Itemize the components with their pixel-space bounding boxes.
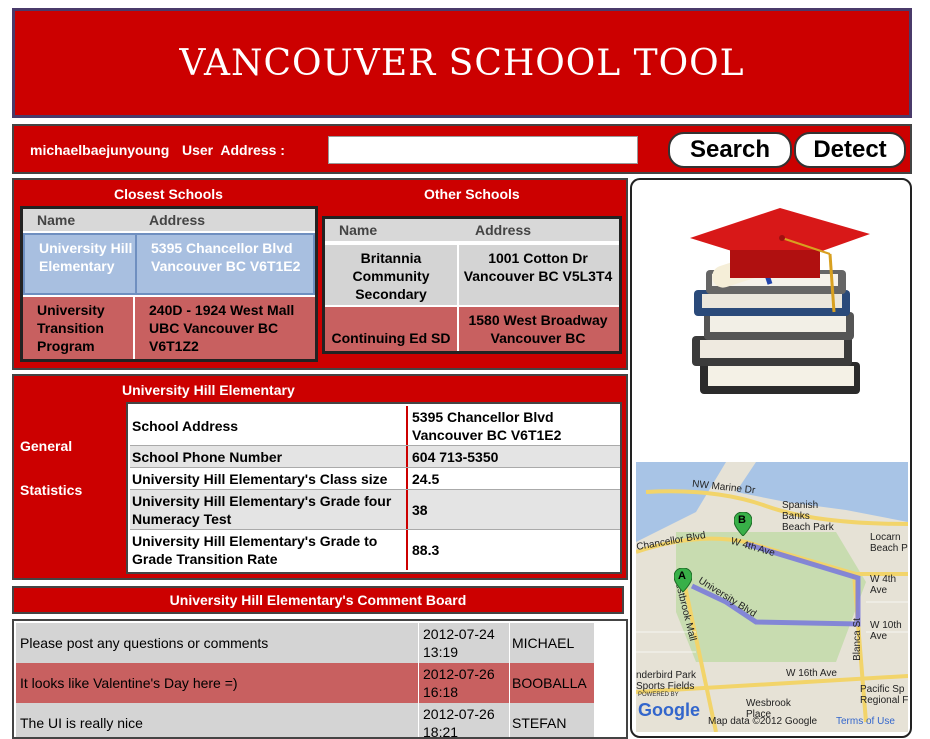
map-view[interactable]: NW Marine Dr Spanish Banks Beach Park Lo… (636, 462, 908, 732)
col-address-header: Address (149, 212, 206, 228)
school-address: 1001 Cotton Dr Vancouver BC V5L3T4 (463, 250, 613, 284)
school-address: 240D - 1924 West Mall UBC Vancouver BC V… (149, 302, 295, 354)
stats-value: 88.3 (412, 542, 440, 558)
stats-row: University Hill Elementary's Class size … (130, 468, 620, 490)
map-label: W 4th Ave (870, 574, 897, 596)
comment-user: STEFAN (512, 715, 567, 731)
closest-schools-table: Name Address University Hill Elementary … (20, 206, 318, 362)
map-marker-b[interactable]: B (733, 511, 753, 537)
map-label: nderbird Park Sports Fields (636, 670, 697, 692)
other-schools-table: Name Address Britannia Community Seconda… (322, 216, 622, 354)
stats-row: School Address 5395 Chancellor Blvd Vanc… (130, 406, 620, 446)
map-marker-a[interactable]: A (673, 567, 693, 593)
stats-side-label-general: General (20, 438, 73, 454)
marker-letter: A (678, 570, 686, 582)
header-banner: VANCOUVER SCHOOL TOOL (12, 8, 912, 118)
graduation-books-illustration (690, 208, 870, 394)
comment-text: It looks like Valentine's Day here =) (20, 675, 238, 691)
comment-board: Please post any questions or comments 20… (12, 619, 628, 739)
stats-value: 604 713-5350 (412, 448, 499, 465)
stats-label: School Address (130, 406, 408, 445)
comment-row: Please post any questions or comments 20… (16, 623, 594, 663)
schools-panel: Closest Schools Other Schools Name Addre… (12, 178, 628, 370)
comment-user: BOOBALLA (512, 675, 587, 691)
col-name-header: Name (339, 222, 378, 238)
other-row[interactable]: Britannia Community Secondary 1001 Cotto… (325, 245, 619, 305)
comment-date: 2012-07-26 18:21 (418, 703, 510, 737)
detect-button[interactable]: Detect (794, 132, 906, 168)
map-label: Locarn Beach P (870, 532, 908, 554)
comment-board-title: University Hill Elementary's Comment Boa… (169, 592, 467, 608)
comment-board-header: University Hill Elementary's Comment Boa… (12, 586, 624, 614)
stats-label: University Hill Elementary's Class size (130, 468, 408, 489)
stats-row: School Phone Number 604 713-5350 (130, 446, 620, 468)
map-label: W 16th Ave (786, 668, 837, 679)
closest-schools-title: Closest Schools (114, 186, 223, 202)
comment-user: MICHAEL (512, 635, 575, 651)
stats-row: University Hill Elementary's Grade to Gr… (130, 530, 620, 570)
map-terms-link[interactable]: Terms of Use (836, 716, 895, 727)
map-attribution: Map data ©2012 Google (708, 716, 818, 727)
stats-label: University Hill Elementary's Grade four … (130, 490, 408, 529)
map-label: Blanca St (851, 618, 863, 661)
other-schools-title: Other Schools (424, 186, 520, 202)
right-panel: NW Marine Dr Spanish Banks Beach Park Lo… (630, 178, 912, 738)
user-bar: michaelbaejunyoung User Address : Search… (12, 124, 912, 174)
comment-text: The UI is really nice (20, 715, 143, 731)
google-logo: Google (638, 700, 700, 720)
stats-label: University Hill Elementary's Grade to Gr… (130, 530, 408, 570)
comment-text: Please post any questions or comments (20, 635, 269, 651)
closest-table-header: Name Address (23, 209, 315, 231)
school-name: University Hill Elementary (39, 240, 133, 274)
comment-row: It looks like Valentine's Day here =) 20… (16, 663, 594, 703)
stats-table: School Address 5395 Chancellor Blvd Vanc… (126, 402, 622, 574)
closest-row[interactable]: University Transition Program 240D - 192… (23, 297, 315, 359)
other-row[interactable]: Continuing Ed SD 39 1580 West Broadway V… (325, 307, 619, 351)
stats-value: 5395 Chancellor Blvd Vancouver BC V6T1E2 (412, 408, 562, 443)
comment-date: 2012-07-26 16:18 (418, 663, 510, 703)
map-label: Pacific Sp Regional F (860, 684, 908, 706)
app-title: VANCOUVER SCHOOL TOOL (179, 42, 745, 84)
comment-date: 2012-07-24 13:19 (418, 623, 510, 663)
stats-row: University Hill Elementary's Grade four … (130, 490, 620, 530)
marker-letter: B (738, 514, 746, 526)
general-statistics-panel: University Hill Elementary General Stati… (12, 374, 628, 580)
stats-value: 24.5 (412, 470, 440, 487)
school-name: Continuing Ed SD 39 (331, 330, 451, 351)
col-address-header: Address (475, 222, 532, 238)
search-button[interactable]: Search (668, 132, 792, 168)
user-address-label: User Address : (182, 142, 285, 158)
school-name: University Transition Program (37, 302, 105, 354)
powered-by-label: POWERED BY (638, 692, 679, 698)
map-label: Spanish Banks Beach Park (782, 500, 834, 533)
stats-side-label-statistics: Statistics (20, 482, 83, 498)
col-name-header: Name (37, 212, 76, 228)
stats-school-name: University Hill Elementary (122, 382, 295, 398)
comment-row: The UI is really nice 2012-07-26 18:21 S… (16, 703, 594, 737)
user-address-input[interactable] (328, 136, 638, 164)
school-address: 5395 Chancellor Blvd Vancouver BC V6T1E2 (151, 240, 301, 274)
school-name: Britannia Community Secondary (352, 250, 430, 302)
stats-label: School Phone Number (130, 446, 408, 467)
username-label: michaelbaejunyoung (30, 142, 170, 158)
stats-value: 38 (412, 501, 428, 518)
closest-row-selected[interactable]: University Hill Elementary 5395 Chancell… (23, 233, 315, 295)
map-label: W 10th Ave (870, 620, 902, 642)
other-table-header: Name Address (325, 219, 619, 241)
school-address: 1580 West Broadway Vancouver BC (468, 312, 608, 346)
